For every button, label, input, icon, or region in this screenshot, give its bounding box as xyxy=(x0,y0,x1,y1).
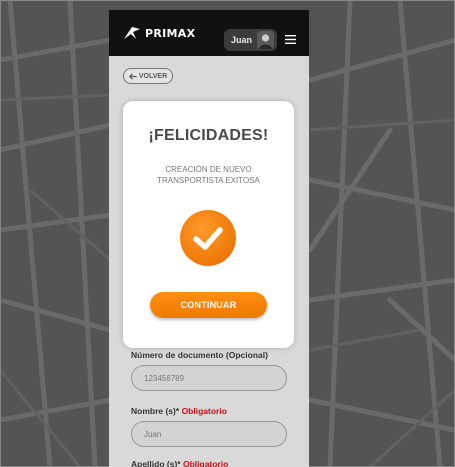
arrow-left-icon xyxy=(128,72,137,80)
primax-logo-icon xyxy=(124,27,140,39)
user-menu[interactable]: Juan xyxy=(224,29,277,51)
name-required-tag: Obligatorio xyxy=(181,406,227,416)
hamburger-menu-icon[interactable] xyxy=(285,35,296,44)
user-avatar-icon xyxy=(257,31,274,49)
name-label: Nombre (s)* Obligatorio xyxy=(131,406,227,416)
avatar xyxy=(257,31,274,49)
modal-title: ¡FELICIDADES! xyxy=(148,127,269,144)
top-bar: PRIMAX Juan xyxy=(109,10,309,56)
success-check-icon xyxy=(180,210,236,266)
user-name: Juan xyxy=(231,35,253,45)
surname-label-text: Apellido (s)* xyxy=(131,459,181,467)
document-label: Número de documento (Opcional) xyxy=(131,350,268,360)
surname-required-tag: Obligatorio xyxy=(182,459,229,467)
back-button[interactable]: VOLVER xyxy=(123,68,173,84)
back-label: VOLVER xyxy=(138,72,168,80)
document-input[interactable] xyxy=(131,365,287,391)
brand-name: PRIMAX xyxy=(145,26,196,40)
success-modal: ¡FELICIDADES! CREACIÓN DE NUEVO TRANSPOR… xyxy=(123,101,294,348)
surname-label: Apellido (s)* Obligatorio xyxy=(131,459,228,467)
continue-button[interactable]: CONTINUAR xyxy=(150,292,267,318)
name-input[interactable] xyxy=(131,421,287,447)
modal-message: CREACIÓN DE NUEVO TRANSPORTISTA EXITOSA xyxy=(157,165,260,185)
checkmark-icon xyxy=(193,227,223,250)
brand-logo[interactable]: PRIMAX xyxy=(123,23,195,43)
name-label-text: Nombre (s)* xyxy=(131,406,180,416)
